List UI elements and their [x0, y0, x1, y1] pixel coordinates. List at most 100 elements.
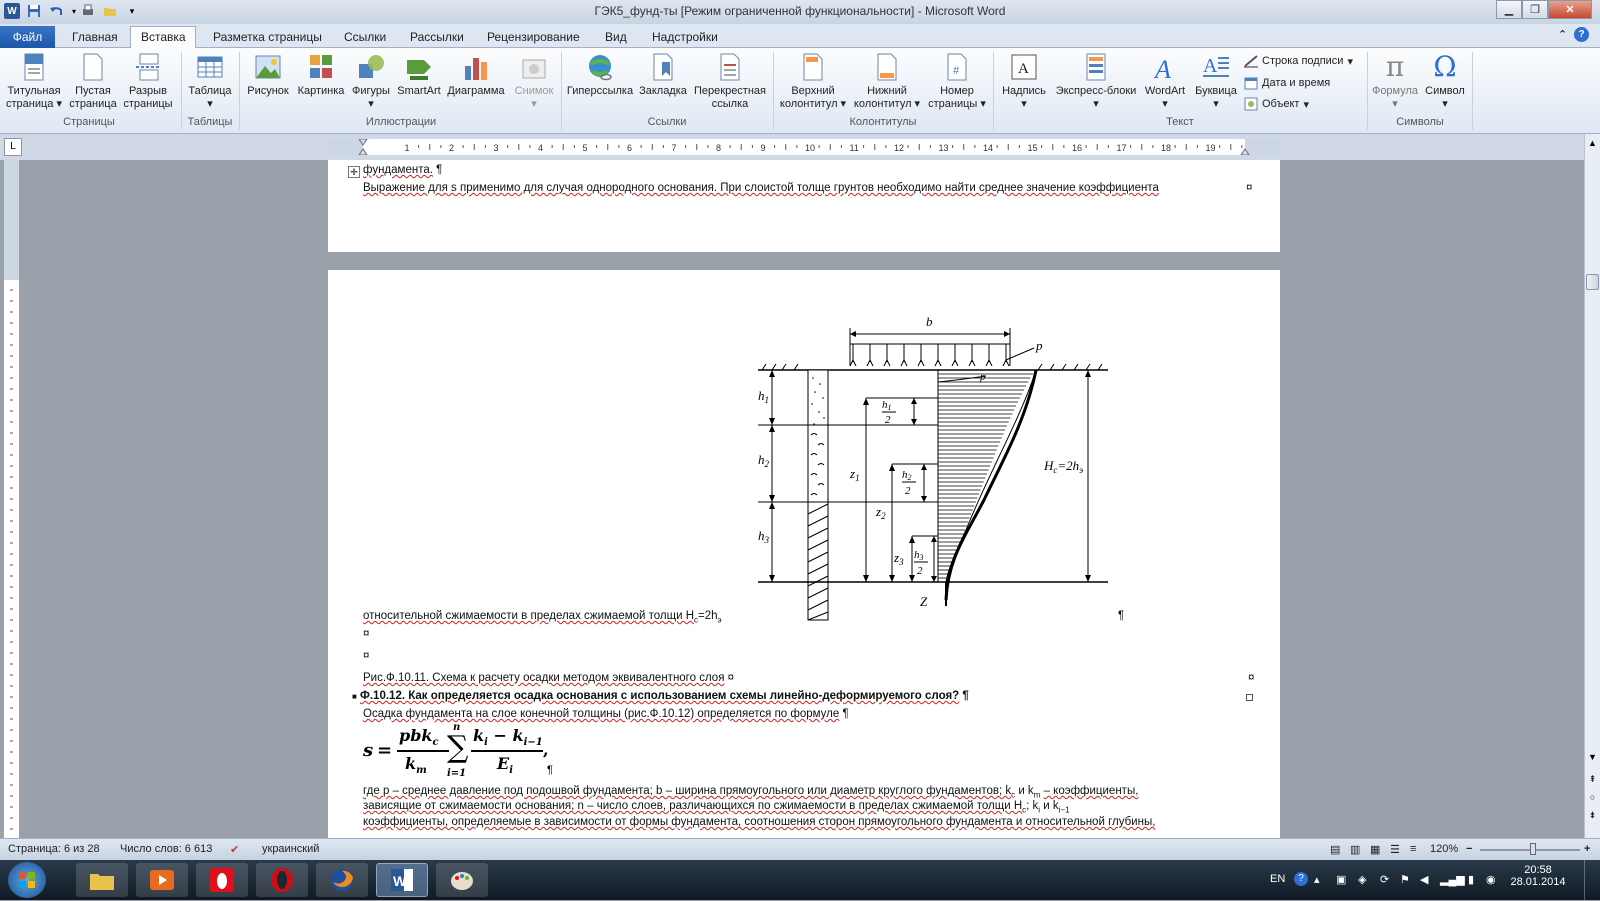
media-player-taskbar-icon[interactable] — [136, 863, 188, 897]
table-button[interactable]: Таблица ▾ — [184, 52, 236, 111]
full-screen-view-icon[interactable]: ▥ — [1350, 843, 1360, 856]
blank-page-button[interactable]: Пустая страница — [66, 52, 120, 111]
hyperlink-button[interactable]: Гиперссылка — [564, 52, 636, 98]
bookmark-button[interactable]: Закладка — [636, 52, 690, 98]
minimize-button[interactable]: ▁ — [1496, 0, 1522, 19]
figure-caption[interactable]: Рис.Ф.10.11. Схема к расчету осадки мето… — [363, 672, 734, 684]
battery-icon[interactable]: ▮ — [1468, 873, 1474, 886]
outline-view-icon[interactable]: ☰ — [1390, 843, 1400, 856]
page-break-button[interactable]: Разрыв страницы — [120, 52, 176, 111]
network-tray-icon[interactable]: ◉ — [1486, 873, 1496, 886]
paint-taskbar-icon[interactable] — [436, 863, 488, 897]
chart-button[interactable]: Диаграмма — [444, 52, 508, 98]
date-time-button[interactable]: Дата и время — [1244, 76, 1330, 90]
paragraph-expression[interactable]: Выражение для s применимо для случая одн… — [363, 182, 1159, 194]
quick-parts-button[interactable]: Экспресс-блоки ▾ — [1052, 52, 1140, 111]
maximize-button[interactable]: ❐ — [1522, 0, 1548, 19]
label-z3: z3 — [893, 550, 904, 567]
word-count[interactable]: Число слов: 6 613 — [120, 843, 212, 855]
horizontal-ruler[interactable]: 1 2 3 4 5 6 7 8 9 10 11 12 13 14 15 16 17 18 19 — [328, 139, 1280, 155]
start-button[interactable] — [8, 862, 46, 898]
print-layout-view-icon[interactable]: ▤ — [1330, 843, 1340, 856]
cross-reference-button[interactable]: Перекрестная ссылка — [690, 52, 770, 111]
tray-sync-icon[interactable]: ⟳ — [1380, 873, 1389, 886]
signal-icon[interactable]: ▂▄▆ — [1440, 873, 1465, 886]
volume-icon[interactable]: ◀ — [1420, 873, 1428, 886]
tray-network-icon[interactable]: ◈ — [1358, 873, 1366, 886]
tab-selector-icon[interactable]: L — [4, 138, 22, 156]
tab-home[interactable]: Главная — [62, 27, 128, 48]
vertical-ruler[interactable] — [4, 160, 19, 838]
header-button[interactable]: Верхний колонтитул ▾ — [776, 52, 850, 111]
proofing-icon[interactable]: ✔ — [230, 843, 239, 856]
settlement-formula[interactable]: s = pbkc km n ∑ i=1 ki − ki−1 Ei , ¶ — [363, 722, 623, 782]
object-button[interactable]: Объект ▾ — [1244, 97, 1309, 111]
previous-page-icon[interactable]: ⇞ — [1586, 774, 1599, 788]
clip-art-button[interactable]: Картинка — [294, 52, 348, 98]
paragraph-depending[interactable]: зависящие от сжимаемости основания; n – … — [363, 800, 1070, 814]
tray-flag-icon[interactable]: ⚑ — [1400, 873, 1410, 886]
next-page-icon[interactable]: ⇟ — [1586, 810, 1599, 824]
tray-app-icon[interactable]: ▣ — [1336, 873, 1346, 886]
table-resize-handle[interactable] — [1246, 694, 1253, 701]
show-desktop-button[interactable] — [1584, 860, 1600, 900]
signature-line-button[interactable]: Строка подписи ▾ — [1244, 54, 1353, 68]
explorer-taskbar-icon[interactable] — [76, 863, 128, 897]
picture-button[interactable]: Рисунок — [242, 52, 294, 98]
paragraph-compressibility[interactable]: относительной сжимаемости в пределах сжи… — [363, 610, 722, 624]
label-z-axis: Z — [920, 594, 928, 609]
footer-button[interactable]: Нижний колонтитул ▾ — [850, 52, 924, 111]
close-button[interactable]: ✕ — [1548, 0, 1592, 19]
text-box-button[interactable]: A Надпись ▾ — [996, 52, 1052, 111]
table-move-handle-icon[interactable]: ✛ — [348, 166, 360, 178]
scroll-down-icon[interactable]: ▼ — [1586, 752, 1599, 766]
zoom-level[interactable]: 120% — [1430, 843, 1458, 855]
symbol-button[interactable]: Ω Символ ▾ — [1420, 52, 1470, 111]
paragraph-foundation[interactable]: фундамента. ¶ — [363, 164, 442, 176]
keyboard-language[interactable]: EN — [1270, 873, 1285, 885]
page-count[interactable]: Страница: 6 из 28 — [8, 843, 100, 855]
app-red-taskbar-icon[interactable] — [196, 863, 248, 897]
word-taskbar-icon[interactable]: W — [376, 863, 428, 897]
opera-taskbar-icon[interactable] — [256, 863, 308, 897]
page-number-button[interactable]: # Номер страницы ▾ — [924, 52, 990, 111]
web-layout-view-icon[interactable]: ▦ — [1370, 843, 1380, 856]
show-hidden-icons-icon[interactable]: ▴ — [1314, 873, 1320, 886]
zoom-in-icon[interactable]: + — [1584, 843, 1590, 855]
tab-mailings[interactable]: Рассылки — [400, 27, 474, 48]
clock[interactable]: 20:58 28.01.2014 — [1508, 864, 1568, 888]
scroll-up-icon[interactable]: ▲ — [1586, 138, 1599, 152]
zoom-slider-thumb[interactable] — [1530, 843, 1536, 855]
heading-f10-12[interactable]: ■ Ф.10.12. Как определяется осадка основ… — [352, 690, 969, 702]
page-2[interactable]: b p h1 h2 h3 p Z z1 z2 z3 h1 2 h2 2 h3 2… — [328, 270, 1280, 838]
help-tray-icon[interactable]: ? — [1294, 872, 1308, 886]
vertical-scrollbar[interactable]: ▲ ▼ ⇞ ○ ⇟ — [1584, 134, 1600, 838]
tab-file[interactable]: Файл — [0, 26, 55, 48]
help-icon[interactable]: ? — [1574, 27, 1589, 42]
shapes-button[interactable]: Фигуры ▾ — [348, 52, 394, 111]
cover-page-button[interactable]: Титульная страница ▾ — [2, 52, 66, 111]
draft-view-icon[interactable]: ≡ — [1410, 843, 1416, 855]
minimize-ribbon-icon[interactable]: ⌃ — [1558, 28, 1567, 41]
scroll-thumb[interactable] — [1586, 274, 1599, 290]
firefox-taskbar-icon[interactable] — [316, 863, 368, 897]
drop-cap-button[interactable]: A Буквица ▾ — [1190, 52, 1242, 111]
browse-object-icon[interactable]: ○ — [1586, 792, 1599, 806]
zoom-out-icon[interactable]: − — [1466, 843, 1472, 855]
paragraph-settlement[interactable]: Осадка фундамента на слое конечной толщи… — [363, 708, 849, 720]
tab-insert[interactable]: Вставка — [130, 26, 196, 48]
tab-addins[interactable]: Надстройки — [642, 27, 728, 48]
smartart-button[interactable]: SmartArt — [394, 52, 444, 98]
tab-review[interactable]: Рецензирование — [477, 27, 590, 48]
paragraph-where-p[interactable]: где p – среднее давление под подошвой фу… — [363, 785, 1138, 799]
tab-view[interactable]: Вид — [595, 27, 637, 48]
tab-page-layout[interactable]: Разметка страницы — [203, 27, 332, 48]
paragraph-coefficients[interactable]: коэффициенты, определяемые в зависимости… — [363, 816, 1155, 828]
wordart-button[interactable]: A WordArt ▾ — [1140, 52, 1190, 111]
tab-references[interactable]: Ссылки — [334, 27, 396, 48]
screenshot-button[interactable]: Снимок ▾ — [508, 52, 560, 111]
equation-button[interactable]: π Формула ▾ — [1370, 52, 1420, 111]
group-label-symbols: Символы — [1396, 116, 1444, 128]
language-indicator[interactable]: украинский — [262, 843, 319, 855]
page-1[interactable]: ✛ фундамента. ¶ Выражение для s применим… — [328, 160, 1280, 252]
